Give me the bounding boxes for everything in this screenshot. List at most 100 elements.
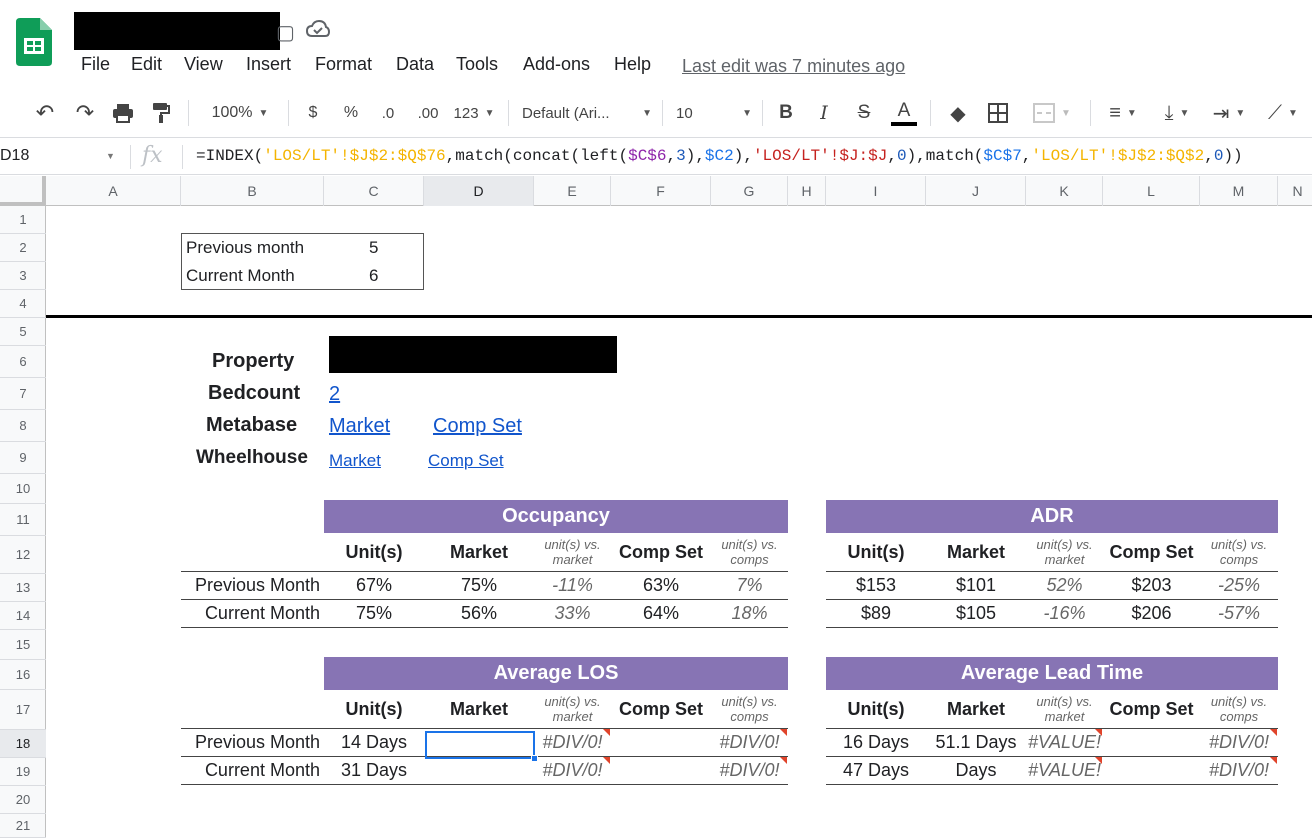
undo-icon[interactable]: ↶ xyxy=(30,98,60,128)
name-box[interactable]: D18 xyxy=(0,147,29,165)
los-prev-vs-comps-cell[interactable]: #DIV/0! xyxy=(711,728,788,756)
lead-curr-vs-market-cell[interactable]: #VALUE! xyxy=(1026,756,1103,784)
print-icon[interactable] xyxy=(108,98,138,128)
curr-month-label[interactable]: Current Month xyxy=(186,266,295,286)
paint-format-icon[interactable] xyxy=(146,98,176,128)
column-header-i[interactable]: I xyxy=(826,176,926,206)
column-header-n[interactable]: N xyxy=(1278,176,1312,206)
row-header-10[interactable]: 10 xyxy=(0,474,46,504)
metabase-market-link[interactable]: Market xyxy=(329,415,390,438)
currency-format-button[interactable]: $ xyxy=(300,98,326,128)
formula-input[interactable]: =INDEX('LOS/LT'!$J$2:$Q$76,match(concat(… xyxy=(196,147,1243,165)
row-header-9[interactable]: 9 xyxy=(0,442,46,474)
wheelhouse-market-link[interactable]: Market xyxy=(329,451,381,471)
menu-help[interactable]: Help xyxy=(614,54,651,75)
column-header-c[interactable]: C xyxy=(324,176,424,206)
font-family-select[interactable]: Default (Ari... ▼ xyxy=(522,98,652,128)
column-header-b[interactable]: B xyxy=(181,176,324,206)
row-header-1[interactable]: 1 xyxy=(0,206,46,234)
fill-handle[interactable] xyxy=(531,755,538,762)
menu-file[interactable]: File xyxy=(81,54,110,75)
zoom-select[interactable]: 100% ▼ xyxy=(200,98,280,128)
italic-button[interactable]: I xyxy=(812,98,836,128)
sheets-logo-icon[interactable] xyxy=(16,18,52,66)
occupancy-curr-units-cell[interactable]: 75% xyxy=(324,599,424,627)
column-header-e[interactable]: E xyxy=(534,176,611,206)
menu-view[interactable]: View xyxy=(184,54,223,75)
column-header-g[interactable]: G xyxy=(711,176,788,206)
last-edit-link[interactable]: Last edit was 7 minutes ago xyxy=(682,56,905,77)
lead-curr-market-cell[interactable]: Days xyxy=(926,756,1026,784)
wheelhouse-label[interactable]: Wheelhouse xyxy=(196,447,308,469)
lead-prev-market-cell[interactable]: 51.1 Days xyxy=(926,728,1026,756)
row-header-4[interactable]: 4 xyxy=(0,290,46,318)
row-header-20[interactable]: 20 xyxy=(0,786,46,814)
menu-add-ons[interactable]: Add-ons xyxy=(523,54,590,75)
los-curr-units-cell[interactable]: 31 Days xyxy=(324,756,424,784)
lead-curr-vs-comps-cell[interactable]: #DIV/0! xyxy=(1200,756,1278,784)
occupancy-curr-comp-set-cell[interactable]: 64% xyxy=(611,599,711,627)
row-header-8[interactable]: 8 xyxy=(0,410,46,442)
lead-prev-vs-comps-cell[interactable]: #DIV/0! xyxy=(1200,728,1278,756)
adr-prev-units-cell[interactable]: $153 xyxy=(826,571,926,599)
chevron-down-icon[interactable]: ▼ xyxy=(106,151,115,161)
row-header-18[interactable]: 18 xyxy=(0,730,46,758)
vertical-align-icon[interactable]: ⤓ ▼ xyxy=(1154,98,1200,128)
select-all-corner[interactable] xyxy=(0,176,46,206)
los-curr-market-cell[interactable] xyxy=(424,756,534,784)
prev-month-label[interactable]: Previous month xyxy=(186,238,304,258)
occupancy-curr-vs-market-cell[interactable]: 33% xyxy=(534,599,611,627)
row-header-16[interactable]: 16 xyxy=(0,660,46,690)
los-row-label-prev[interactable]: Previous Month xyxy=(181,728,324,756)
occupancy-curr-market-cell[interactable]: 56% xyxy=(424,599,534,627)
decrease-decimal-button[interactable]: .0 xyxy=(374,98,402,128)
row-header-15[interactable]: 15 xyxy=(0,630,46,660)
row-header-11[interactable]: 11 xyxy=(0,504,46,536)
los-prev-vs-market-cell[interactable]: #DIV/0! xyxy=(534,728,611,756)
borders-icon[interactable] xyxy=(984,98,1012,128)
occupancy-prev-units-cell[interactable]: 67% xyxy=(324,571,424,599)
los-curr-vs-comps-cell[interactable]: #DIV/0! xyxy=(711,756,788,784)
menu-insert[interactable]: Insert xyxy=(246,54,291,75)
strikethrough-button[interactable]: S xyxy=(852,98,876,128)
document-title-redacted[interactable] xyxy=(74,12,280,50)
menu-data[interactable]: Data xyxy=(396,54,434,75)
column-header-j[interactable]: J xyxy=(926,176,1026,206)
column-header-d[interactable]: D xyxy=(424,176,534,206)
adr-curr-units-cell[interactable]: $89 xyxy=(826,599,926,627)
lead-curr-comp-set-cell[interactable] xyxy=(1103,756,1200,784)
occupancy-prev-market-cell[interactable]: 75% xyxy=(424,571,534,599)
wheelhouse-comp-set-link[interactable]: Comp Set xyxy=(428,451,504,471)
row-header-19[interactable]: 19 xyxy=(0,758,46,786)
bedcount-label[interactable]: Bedcount xyxy=(208,382,300,405)
property-label[interactable]: Property xyxy=(212,350,294,373)
column-header-h[interactable]: H xyxy=(788,176,826,206)
adr-curr-vs-comps-cell[interactable]: -57% xyxy=(1200,599,1278,627)
column-header-k[interactable]: K xyxy=(1026,176,1103,206)
adr-curr-market-cell[interactable]: $105 xyxy=(926,599,1026,627)
column-header-f[interactable]: F xyxy=(611,176,711,206)
more-formats-button[interactable]: 123 ▼ xyxy=(450,98,498,128)
row-header-7[interactable]: 7 xyxy=(0,378,46,410)
column-header-m[interactable]: M xyxy=(1200,176,1278,206)
font-size-select[interactable]: 10 ▼ xyxy=(676,98,752,128)
occupancy-row-label-curr[interactable]: Current Month xyxy=(181,599,324,627)
bedcount-link[interactable]: 2 xyxy=(329,383,340,406)
occupancy-prev-vs-market-cell[interactable]: -11% xyxy=(534,571,611,599)
adr-prev-comp-set-cell[interactable]: $203 xyxy=(1103,571,1200,599)
lead-prev-comp-set-cell[interactable] xyxy=(1103,728,1200,756)
adr-prev-market-cell[interactable]: $101 xyxy=(926,571,1026,599)
row-header-2[interactable]: 2 xyxy=(0,234,46,262)
menu-format[interactable]: Format xyxy=(315,54,372,75)
horizontal-align-icon[interactable]: ≡ ▼ xyxy=(1100,98,1146,128)
los-prev-comp-set-cell[interactable] xyxy=(611,728,711,756)
occupancy-row-label-prev[interactable]: Previous Month xyxy=(181,571,324,599)
row-header-14[interactable]: 14 xyxy=(0,602,46,630)
metabase-comp-set-link[interactable]: Comp Set xyxy=(433,415,522,438)
merge-cells-icon[interactable]: ▼ xyxy=(1024,98,1080,128)
increase-decimal-button[interactable]: .00 xyxy=(412,98,444,128)
menu-tools[interactable]: Tools xyxy=(456,54,498,75)
text-color-button[interactable]: A xyxy=(890,98,918,128)
adr-prev-vs-comps-cell[interactable]: -25% xyxy=(1200,571,1278,599)
lead-prev-units-cell[interactable]: 16 Days xyxy=(826,728,926,756)
